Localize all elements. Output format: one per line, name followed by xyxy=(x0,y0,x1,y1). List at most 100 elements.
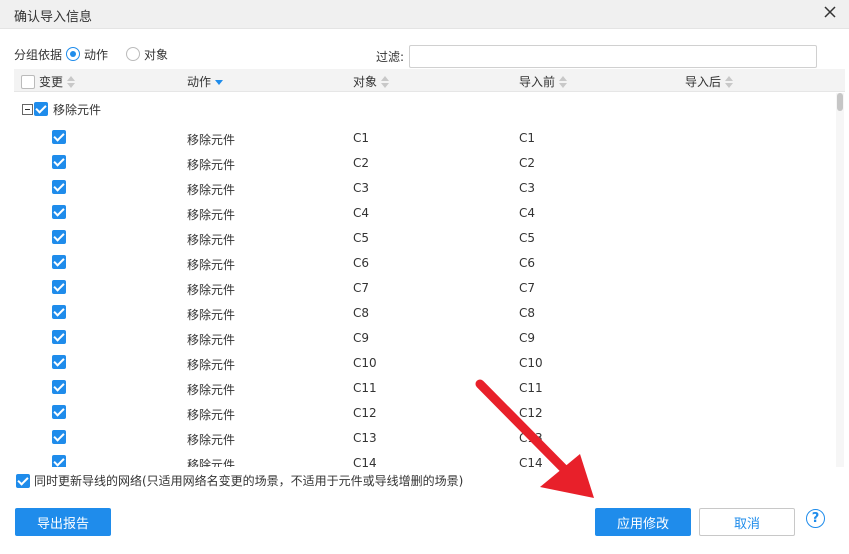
column-header-action[interactable]: 动作 xyxy=(187,73,224,90)
object-cell: C11 xyxy=(353,381,377,395)
action-cell: 移除元件 xyxy=(187,258,236,272)
group-by-object-radio[interactable]: 对象 xyxy=(126,46,168,63)
object-cell: C8 xyxy=(353,306,370,320)
row-checkbox[interactable] xyxy=(52,305,66,319)
action-cell: 移除元件 xyxy=(187,208,236,222)
column-header-object[interactable]: 对象 xyxy=(353,73,390,90)
dialog-title: 确认导入信息 xyxy=(14,10,93,25)
table-row[interactable]: 移除元件 C8 C8 xyxy=(14,300,834,325)
column-header-before[interactable]: 导入前 xyxy=(519,73,568,90)
row-checkbox[interactable] xyxy=(52,405,66,419)
select-all-checkbox[interactable] xyxy=(21,74,35,89)
action-cell: 移除元件 xyxy=(187,408,236,422)
sync-net-label: 同时更新导线的网络(只适用网络名变更的场景，不适用于元件或导线增删的场景) xyxy=(34,474,464,488)
group-by-bar: 分组依据 动作 对象 xyxy=(14,44,186,64)
object-cell: C6 xyxy=(353,256,370,270)
table-row[interactable]: 移除元件 C7 C7 xyxy=(14,275,834,300)
object-cell: C5 xyxy=(353,231,370,245)
column-title: 导入前 xyxy=(519,75,556,89)
tree-group-node: 移除元件 xyxy=(22,101,101,117)
filter-input[interactable] xyxy=(409,44,818,68)
group-checkbox[interactable] xyxy=(34,102,48,116)
export-report-button[interactable]: 导出报告 xyxy=(15,508,111,536)
column-title: 对象 xyxy=(353,75,378,89)
radio-label: 动作 xyxy=(84,47,109,62)
filter-label: 过滤: xyxy=(376,49,405,64)
collapse-toggle-icon[interactable] xyxy=(22,103,33,115)
table-row[interactable]: 移除元件 C11 C11 xyxy=(14,375,834,400)
row-checkbox[interactable] xyxy=(52,280,66,294)
table-row[interactable]: 移除元件 C5 C5 xyxy=(14,225,834,250)
sort-icon xyxy=(725,75,734,88)
vertical-scrollbar[interactable] xyxy=(836,93,844,467)
column-title: 导入后 xyxy=(685,75,722,89)
table-row[interactable]: 移除元件 C6 C6 xyxy=(14,250,834,275)
apply-changes-button[interactable]: 应用修改 xyxy=(595,508,691,536)
row-checkbox[interactable] xyxy=(52,180,66,194)
column-title: 动作 xyxy=(187,75,212,89)
action-cell: 移除元件 xyxy=(187,283,236,297)
object-cell: C13 xyxy=(353,431,377,445)
table-row[interactable]: 移除元件 C3 C3 xyxy=(14,175,834,200)
before-cell: C10 xyxy=(519,356,543,370)
sort-icon xyxy=(559,75,568,88)
radio-checked-icon xyxy=(66,47,81,61)
before-cell: C12 xyxy=(519,406,543,420)
radio-label: 对象 xyxy=(144,47,169,62)
before-cell: C2 xyxy=(519,156,536,170)
row-checkbox[interactable] xyxy=(52,130,66,144)
help-icon[interactable]: ? xyxy=(806,509,825,528)
radio-unchecked-icon xyxy=(126,47,141,61)
table-row[interactable]: 移除元件 C12 C12 xyxy=(14,400,834,425)
table-row[interactable]: 移除元件 C9 C9 xyxy=(14,325,834,350)
action-cell: 移除元件 xyxy=(187,183,236,197)
table-row[interactable]: 移除元件 C2 C2 xyxy=(14,150,834,175)
table-row[interactable]: 移除元件 C10 C10 xyxy=(14,350,834,375)
row-checkbox[interactable] xyxy=(52,430,66,444)
before-cell: C3 xyxy=(519,181,536,195)
scrollbar-thumb[interactable] xyxy=(837,93,843,111)
column-title: 变更 xyxy=(39,75,64,89)
column-header-after[interactable]: 导入后 xyxy=(685,73,734,90)
table-body: 移除元件 移除元件 C1 C1 移除元件 C2 C2 移除元件 C3 C3 移除元件 C4 C4 移除元… xyxy=(14,93,845,467)
row-checkbox[interactable] xyxy=(52,330,66,344)
before-cell: C4 xyxy=(519,206,536,220)
row-checkbox[interactable] xyxy=(52,205,66,219)
group-name: 移除元件 xyxy=(53,102,102,117)
filter-bar: 过滤: xyxy=(376,44,818,68)
action-cell: 移除元件 xyxy=(187,358,236,372)
table-row[interactable]: 移除元件 C4 C4 xyxy=(14,200,834,225)
row-checkbox[interactable] xyxy=(52,155,66,169)
table-row[interactable]: 移除元件 C1 C1 xyxy=(14,125,834,150)
action-cell: 移除元件 xyxy=(187,458,236,467)
action-cell: 移除元件 xyxy=(187,133,236,147)
before-cell: C8 xyxy=(519,306,536,320)
table-row[interactable]: 移除元件 C13 C13 xyxy=(14,425,834,450)
action-cell: 移除元件 xyxy=(187,308,236,322)
before-cell: C7 xyxy=(519,281,536,295)
sync-net-checkbox[interactable] xyxy=(16,473,30,488)
table-header: 变更 动作 对象 导入前 导入后 xyxy=(14,69,845,92)
row-checkbox[interactable] xyxy=(52,255,66,269)
row-checkbox[interactable] xyxy=(52,455,66,467)
before-cell: C6 xyxy=(519,256,536,270)
sort-icon xyxy=(381,75,390,88)
group-by-action-radio[interactable]: 动作 xyxy=(66,46,108,63)
sort-desc-icon xyxy=(215,76,224,88)
sync-net-option[interactable]: 同时更新导线的网络(只适用网络名变更的场景，不适用于元件或导线增删的场景) xyxy=(16,472,463,489)
close-icon[interactable] xyxy=(823,5,837,19)
title-bar: 确认导入信息 xyxy=(0,0,849,29)
table-row[interactable]: 移除元件 C14 C14 xyxy=(14,450,834,467)
before-cell: C14 xyxy=(519,456,543,467)
before-cell: C9 xyxy=(519,331,536,345)
before-cell: C1 xyxy=(519,131,536,145)
cancel-button[interactable]: 取消 xyxy=(699,508,795,536)
row-checkbox[interactable] xyxy=(52,380,66,394)
action-cell: 移除元件 xyxy=(187,433,236,447)
row-checkbox[interactable] xyxy=(52,230,66,244)
row-checkbox[interactable] xyxy=(52,355,66,369)
object-cell: C12 xyxy=(353,406,377,420)
import-confirm-dialog: 确认导入信息 分组依据 动作 对象 过滤: 变更 动作 对象 导入前 导入后 移… xyxy=(0,0,849,554)
object-cell: C10 xyxy=(353,356,377,370)
column-header-change[interactable]: 变更 xyxy=(21,73,76,90)
